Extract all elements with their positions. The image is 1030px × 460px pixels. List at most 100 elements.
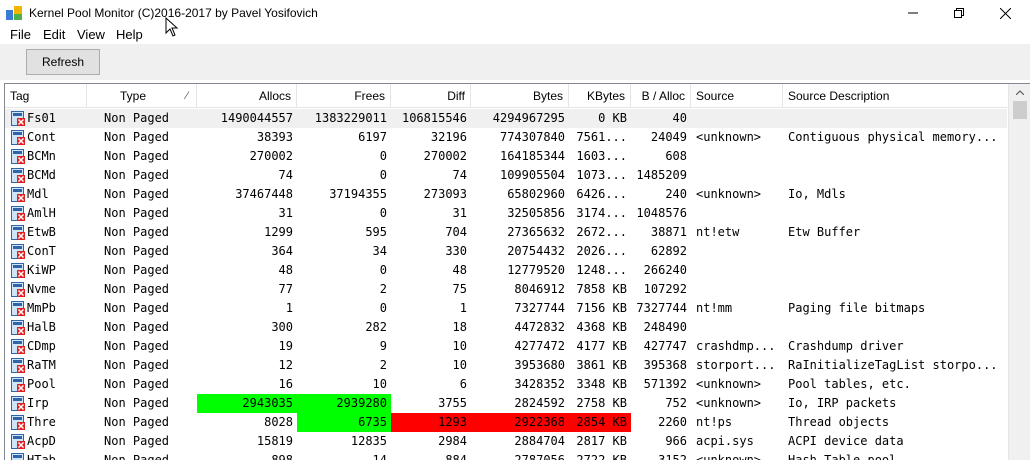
pool-tag-icon [11,339,25,354]
column-header-kbytes[interactable]: KBytes [569,84,631,108]
cell-balloc: 266240 [643,263,687,277]
restore-button[interactable] [936,0,982,26]
pool-tag-icon [11,225,25,240]
cell-frees: 2 [379,358,387,372]
column-header-balloc[interactable]: B / Alloc [631,84,691,108]
cell-desc [783,242,1007,261]
cell-diff: 330 [445,244,467,258]
cell-allocs: 1299 [264,225,293,239]
cell-allocs: 2943035 [197,394,297,413]
cell-kbytes: 3861 KB [576,358,627,372]
cell-frees: 12835 [350,434,387,448]
cell-tag: MmPb [5,299,87,318]
cell-source: <unknown> [696,187,762,201]
cell-kbytes: 1073... [576,168,627,182]
close-button[interactable] [982,0,1028,26]
cell-bytes: 164185344 [499,149,565,163]
cell-desc: Etw Buffer [788,225,861,239]
cell-balloc: 966 [665,434,687,448]
cell-frees: 0 [379,301,387,315]
cell-diff: 31 [452,206,467,220]
cell-bytes: 3953680 [514,358,565,372]
table-row[interactable]: KiWP Non Paged 48 0 48 12779520 1248... 266240 [5,261,1007,280]
mouse-cursor-icon [165,17,179,37]
column-header-tag[interactable]: Tag [5,84,87,108]
cell-allocs: 300 [271,320,293,334]
cell-kbytes: 2026... [576,244,627,258]
refresh-button[interactable]: Refresh [26,49,100,75]
pool-list[interactable]: Tag Type ⁄ Allocs Frees Diff Bytes KByte… [4,83,1030,460]
column-header-diff[interactable]: Diff [391,84,471,108]
cell-tag: ConT [5,242,87,261]
cell-diff: 74 [452,168,467,182]
cell-type: Non Paged [104,453,170,460]
table-row[interactable]: Fs01 Non Paged 1490044557 1383229011 1068155… [5,109,1007,128]
cell-bytes: 2824592 [514,396,565,410]
table-row[interactable]: BCMn Non Paged 270002 0 270002 164185344 1603.… [5,147,1007,166]
sort-indicator-icon: ⁄ [186,90,188,102]
column-header-type[interactable]: Type ⁄ [87,84,197,108]
cell-tag: EtwB [5,223,87,242]
table-row[interactable]: RaTM Non Paged 12 2 10 3953680 3861 KB 395368 st… [5,356,1007,375]
tag-value: Pool [27,377,56,391]
column-header-source[interactable]: Source [691,84,783,108]
cell-bytes: 2922368 [471,413,569,432]
cell-type: Non Paged [104,244,170,258]
cell-diff: 884 [445,453,467,460]
table-row[interactable]: MmPb Non Paged 1 0 1 7327744 7156 KB 7327744 nt!… [5,299,1007,318]
cell-bytes: 7327744 [514,301,565,315]
cell-tag: Irp [5,394,87,413]
table-row[interactable]: AmlH Non Paged 31 0 31 32505856 3174... 1048576 [5,204,1007,223]
table-row[interactable]: Pool Non Paged 16 10 6 3428352 3348 KB 571392 <u… [5,375,1007,394]
cell-desc [783,166,1007,185]
column-header-frees[interactable]: Frees [297,84,391,108]
table-row[interactable]: BCMd Non Paged 74 0 74 109905504 1073... 148520… [5,166,1007,185]
cell-desc: ACPI device data [788,434,904,448]
column-header-source-description[interactable]: Source Description [783,84,1007,108]
menu-help[interactable]: Help [116,27,143,42]
cell-tag: Nvme [5,280,87,299]
cell-frees: 37194355 [329,187,387,201]
cell-source [691,147,783,166]
table-row[interactable]: EtwB Non Paged 1299 595 704 27365632 2672... 38… [5,223,1007,242]
tag-value: AcpD [27,434,56,448]
cell-balloc: 240 [665,187,687,201]
table-row[interactable]: Irp Non Paged 2943035 2939280 3755 2824592 275… [5,394,1007,413]
cell-type: Non Paged [104,396,170,410]
column-header-allocs[interactable]: Allocs [197,84,297,108]
scroll-up-button[interactable] [1009,84,1030,101]
cell-desc [783,109,1007,128]
table-row[interactable]: Cont Non Paged 38393 6197 32196 774307840 7561… [5,128,1007,147]
scroll-thumb[interactable] [1013,101,1027,119]
tag-value: HTab [27,453,56,460]
table-row[interactable]: CDmp Non Paged 19 9 10 4277472 4177 KB 427747 cr… [5,337,1007,356]
pool-tag-icon [11,434,25,449]
vertical-scrollbar[interactable] [1008,84,1030,460]
cell-diff: 270002 [423,149,467,163]
menu-edit[interactable]: Edit [43,27,65,42]
table-row[interactable]: Nvme Non Paged 77 2 75 8046912 7858 KB 107292 [5,280,1007,299]
cell-source [691,109,783,128]
menu-file[interactable]: File [10,27,31,42]
menu-view[interactable]: View [77,27,105,42]
cell-type: Non Paged [104,434,170,448]
table-row[interactable]: HalB Non Paged 300 282 18 4472832 4368 KB 24849… [5,318,1007,337]
cell-allocs: 270002 [249,149,293,163]
minimize-button[interactable] [890,0,936,26]
cell-source: acpi.sys [696,434,754,448]
cell-allocs: 48 [278,263,293,277]
minimize-icon [908,12,918,14]
cell-balloc: 395368 [643,358,687,372]
cell-source [691,204,783,223]
table-row[interactable]: ConT Non Paged 364 34 330 20754432 2026... 6289… [5,242,1007,261]
cell-tag: BCMd [5,166,87,185]
table-row[interactable]: HTab Non Paged 898 14 884 2787056 2722 KB 3152 <… [5,451,1007,460]
cell-allocs: 16 [278,377,293,391]
table-row[interactable]: Mdl Non Paged 37467448 37194355 273093 658029… [5,185,1007,204]
table-row[interactable]: Thre Non Paged 8028 6735 1293 2922368 2854 KB 2… [5,413,1007,432]
pool-tag-icon [11,168,25,183]
tag-value: Cont [27,130,56,144]
table-row[interactable]: AcpD Non Paged 15819 12835 2984 2884704 2817 K… [5,432,1007,451]
cell-allocs: 15819 [256,434,293,448]
column-header-bytes[interactable]: Bytes [471,84,569,108]
